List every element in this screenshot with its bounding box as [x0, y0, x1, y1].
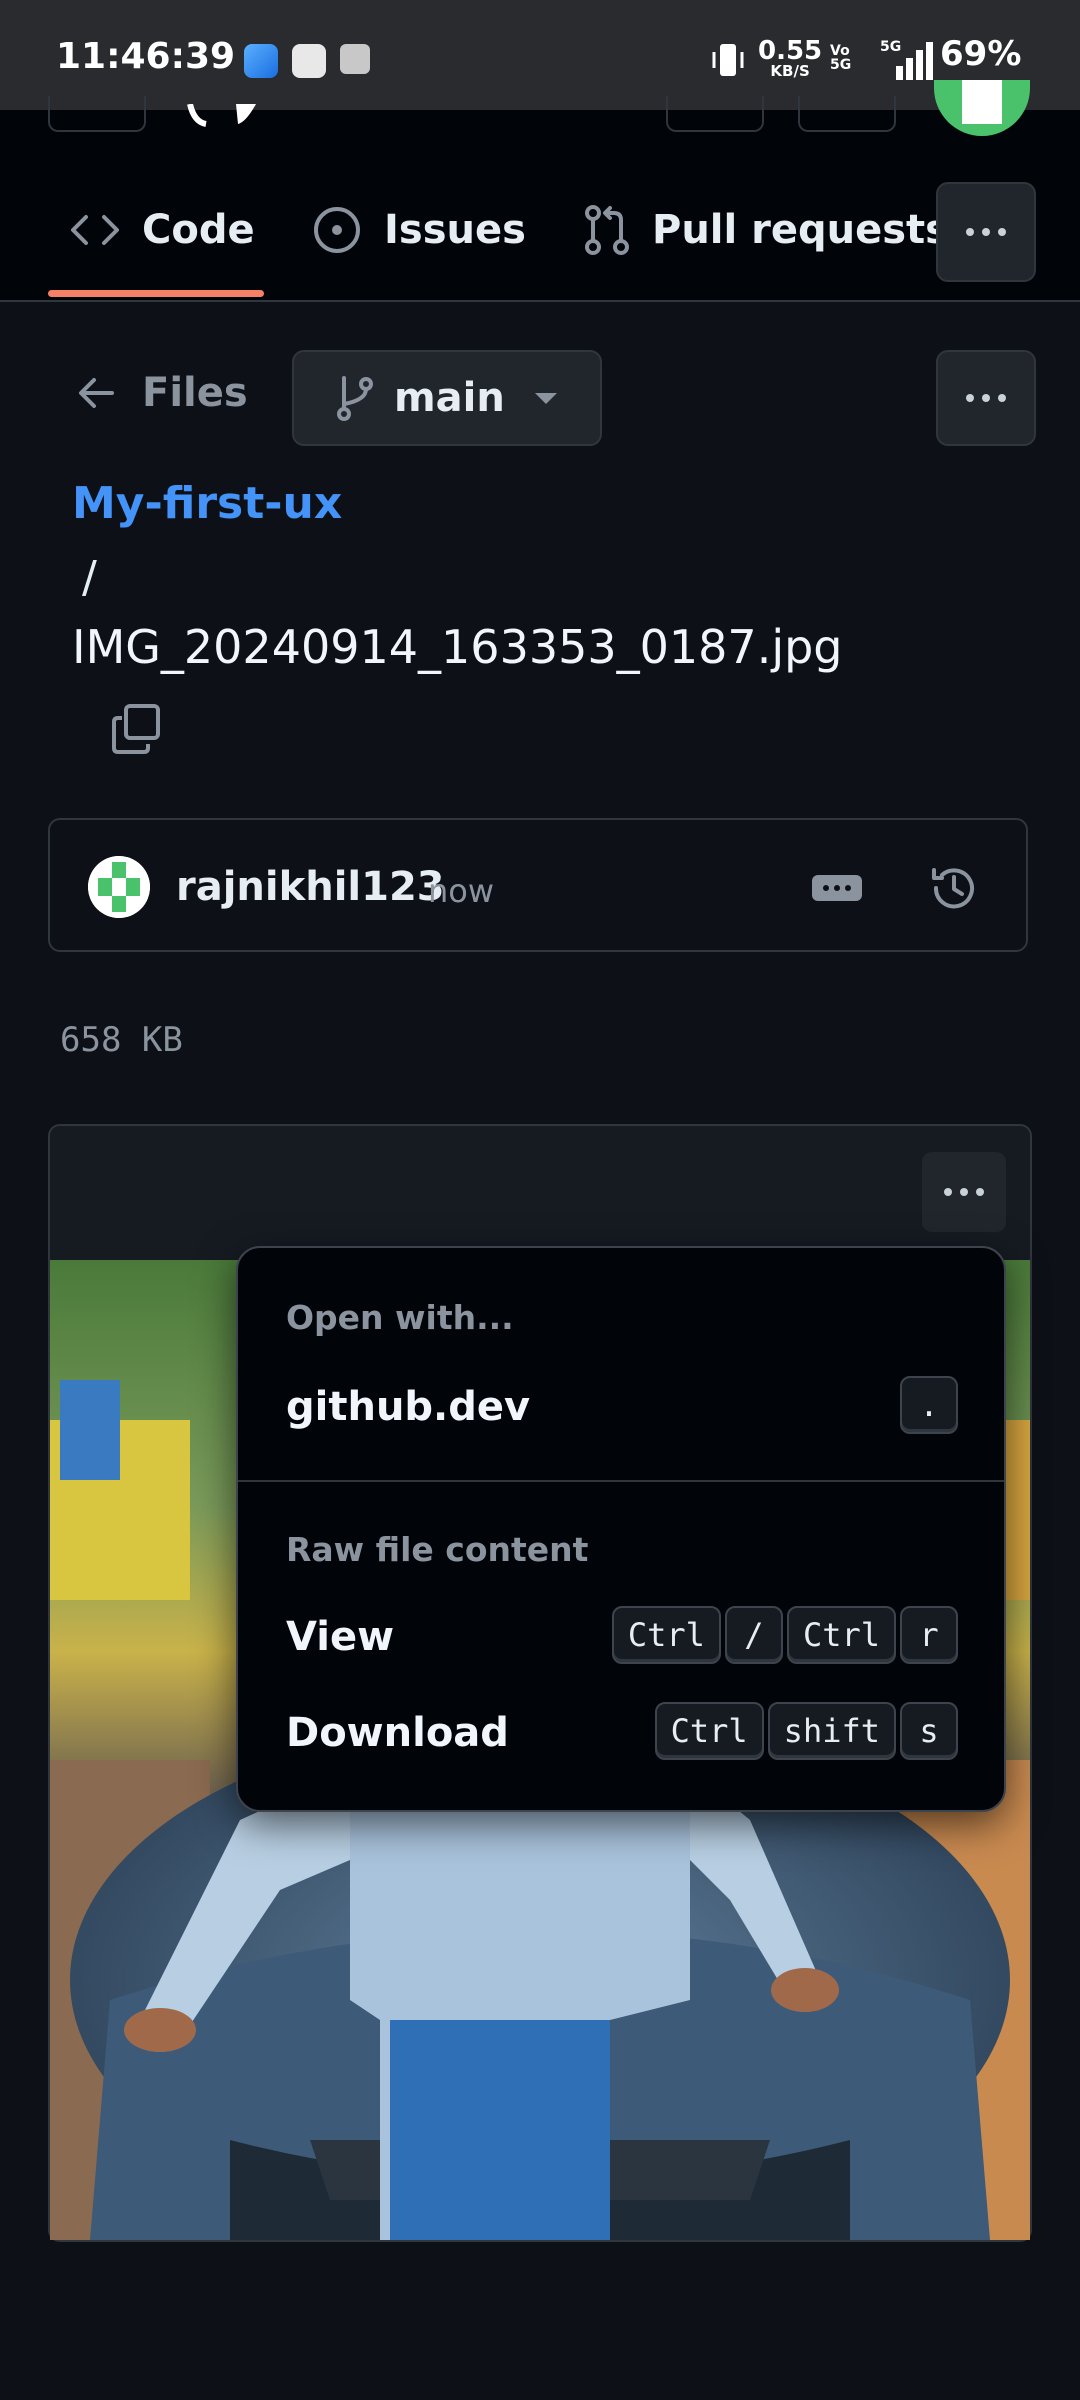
notes-notification-icon: [292, 44, 326, 78]
tab-issues-label: Issues: [384, 207, 526, 253]
net-speed: 0.55 KB/S: [758, 36, 823, 80]
branch-name: main: [394, 375, 505, 421]
git-branch-icon: [337, 376, 373, 421]
repo-link[interactable]: My-first-ux: [72, 478, 342, 529]
app-notification-icon: [244, 44, 278, 78]
active-tab-indicator: [48, 290, 264, 297]
raw-file-content-heading: Raw file content: [286, 1530, 589, 1569]
kebab-icon: [966, 394, 1006, 402]
kbd-key: shift: [767, 1702, 896, 1760]
battery-level: 69%: [940, 34, 1022, 74]
status-time: 11:46:39: [56, 36, 236, 77]
author-avatar[interactable]: [88, 856, 150, 918]
back-to-files[interactable]: Files: [76, 370, 248, 416]
code-icon: [71, 215, 119, 245]
volte-indicator: Vo 5G: [830, 43, 852, 73]
commit-time: now: [428, 872, 495, 910]
signal-icon: [896, 42, 933, 80]
branch-selector[interactable]: main: [292, 350, 602, 446]
file-actions-button[interactable]: [936, 350, 1036, 446]
tab-issues[interactable]: Issues: [312, 200, 526, 260]
github-logo-partial[interactable]: [186, 104, 272, 128]
tab-pull-requests-label: Pull requests: [652, 207, 949, 253]
tab-code[interactable]: Code: [70, 200, 255, 260]
issue-opened-icon: [314, 207, 360, 253]
github-dev-shortcut: .: [900, 1376, 958, 1434]
files-label: Files: [142, 370, 248, 416]
image-actions-button[interactable]: [922, 1152, 1006, 1232]
kbd-key: Ctrl: [611, 1606, 721, 1664]
menu-item-github-dev[interactable]: github.dev: [286, 1384, 530, 1430]
kbd-key: r: [900, 1606, 958, 1664]
header-icon-button-1[interactable]: [666, 96, 764, 132]
tabs-overflow-button[interactable]: [936, 182, 1036, 282]
pull-request-icon: [585, 205, 629, 255]
kebab-icon: [966, 228, 1006, 236]
view-shortcut: Ctrl / Ctrl r: [611, 1606, 958, 1664]
open-with-menu: Open with... github.dev . Raw file conte…: [236, 1246, 1006, 1812]
header-button-partial[interactable]: [48, 96, 146, 132]
tab-pull-requests[interactable]: Pull requests: [584, 200, 949, 260]
card-header: [50, 1126, 1030, 1264]
header-icon-button-2[interactable]: [798, 96, 896, 132]
path-separator: /: [82, 552, 97, 603]
kbd-key: Ctrl: [786, 1606, 896, 1664]
kbd-key: Ctrl: [654, 1702, 764, 1760]
vibrate-icon: [712, 44, 744, 76]
kbd-key: .: [900, 1376, 958, 1434]
kbd-key: s: [900, 1702, 958, 1760]
download-shortcut: Ctrl shift s: [654, 1702, 958, 1760]
file-name: IMG_20240914_163353_0187.jpg: [72, 620, 843, 674]
sync-notification-icon: [340, 44, 370, 74]
kebab-icon: [944, 1188, 984, 1196]
menu-item-view[interactable]: View: [286, 1614, 394, 1660]
history-icon[interactable]: [928, 862, 980, 914]
menu-divider: [238, 1480, 1004, 1482]
file-size: 658 KB: [60, 1020, 183, 1060]
chevron-down-icon: [534, 392, 557, 404]
arrow-left-icon: [79, 378, 114, 408]
commit-author[interactable]: rajnikhil123: [176, 864, 445, 910]
open-with-heading: Open with...: [286, 1298, 514, 1337]
menu-item-download[interactable]: Download: [286, 1710, 509, 1756]
ellipsis-icon[interactable]: [812, 875, 862, 901]
copy-icon[interactable]: [112, 704, 162, 754]
kbd-key: /: [724, 1606, 783, 1664]
tab-code-label: Code: [142, 207, 255, 253]
